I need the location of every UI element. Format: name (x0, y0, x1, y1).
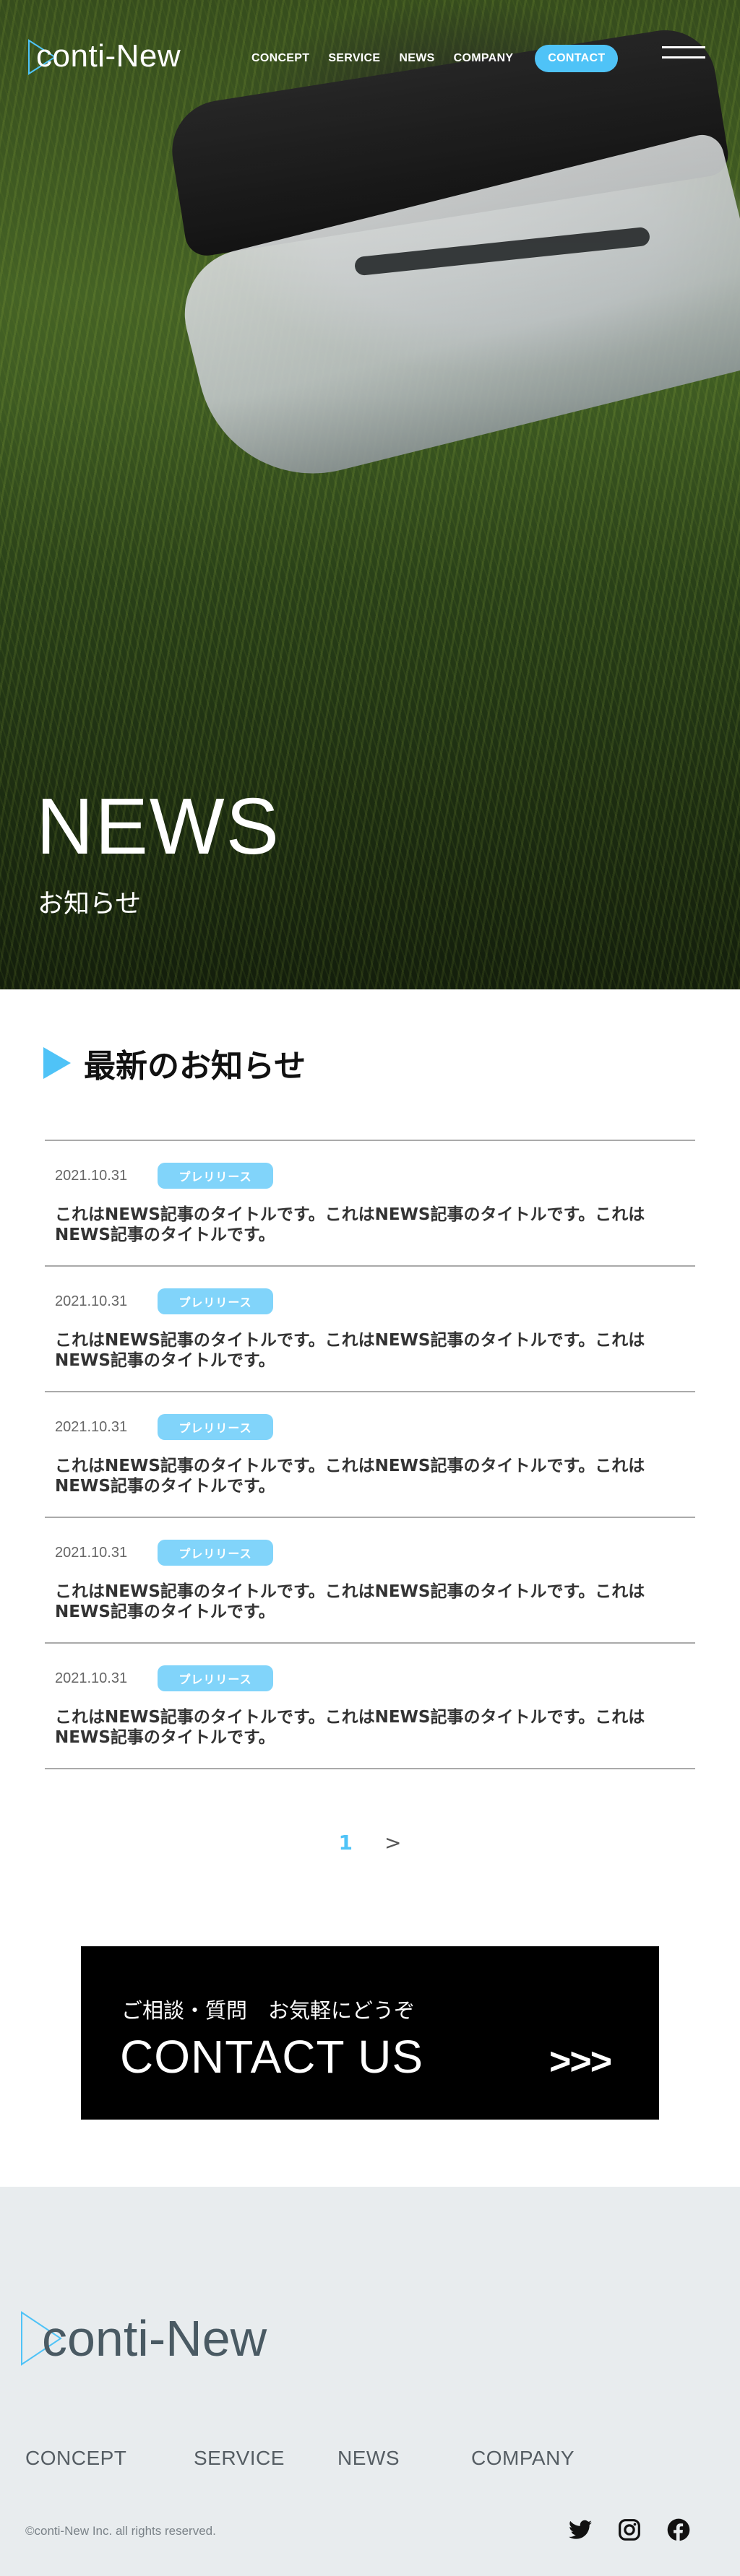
page-subtitle: お知らせ (38, 889, 142, 919)
news-list-item[interactable]: 2021.10.31 プレリリース これはNEWS記事のタイトルです。これはNE… (45, 1392, 695, 1518)
facebook-icon[interactable] (666, 2518, 691, 2542)
news-list-item[interactable]: 2021.10.31 プレリリース これはNEWS記事のタイトルです。これはNE… (45, 1141, 695, 1267)
nav-news[interactable]: NEWS (399, 52, 434, 65)
page-title: NEWS (36, 782, 280, 871)
footer-nav-news[interactable]: NEWS (337, 2447, 400, 2470)
news-date: 2021.10.31 (55, 1293, 128, 1309)
news-meta: 2021.10.31 プレリリース (55, 1288, 685, 1314)
header-nav: CONCEPT SERVICE NEWS COMPANY CONTACT (251, 45, 637, 72)
footer-nav-concept[interactable]: CONCEPT (25, 2447, 126, 2470)
nav-concept[interactable]: CONCEPT (251, 52, 309, 65)
news-meta: 2021.10.31 プレリリース (55, 1665, 685, 1691)
news-title-link[interactable]: これはNEWS記事のタイトルです。これはNEWS記事のタイトルです。これはNEW… (55, 1582, 676, 1622)
instagram-icon[interactable] (617, 2518, 642, 2542)
news-list-item[interactable]: 2021.10.31 プレリリース これはNEWS記事のタイトルです。これはNE… (45, 1644, 695, 1769)
contact-subtitle: ご相談・質問 お気軽にどうぞ (121, 1998, 416, 2023)
news-title-link[interactable]: これはNEWS記事のタイトルです。これはNEWS記事のタイトルです。これはNEW… (55, 1205, 676, 1245)
play-triangle-icon (43, 1047, 71, 1079)
hamburger-menu-icon[interactable] (662, 46, 705, 61)
footer-logo-text: conti-New (42, 2310, 267, 2367)
news-title-link[interactable]: これはNEWS記事のタイトルです。これはNEWS記事のタイトルです。これはNEW… (55, 1330, 676, 1371)
footer-nav-company[interactable]: COMPANY (471, 2447, 575, 2470)
pagination: 1 > (0, 1831, 740, 1855)
news-category-badge: プレリリース (158, 1540, 273, 1566)
social-links (568, 2518, 691, 2542)
news-list-item[interactable]: 2021.10.31 プレリリース これはNEWS記事のタイトルです。これはNE… (45, 1518, 695, 1644)
site-footer: conti-New CONCEPT SERVICE NEWS COMPANY ©… (0, 2187, 740, 2576)
nav-contact-button[interactable]: CONTACT (535, 45, 619, 72)
news-date: 2021.10.31 (55, 1544, 128, 1561)
header-logo-text: conti-New (36, 38, 181, 74)
news-section-heading: 最新のお知らせ (43, 1040, 306, 1086)
footer-nav-service[interactable]: SERVICE (194, 2447, 285, 2470)
news-date: 2021.10.31 (55, 1418, 128, 1435)
news-date: 2021.10.31 (55, 1670, 128, 1686)
news-meta: 2021.10.31 プレリリース (55, 1414, 685, 1440)
site-header: conti-New CONCEPT SERVICE NEWS COMPANY C… (0, 0, 740, 116)
news-meta: 2021.10.31 プレリリース (55, 1540, 685, 1566)
nav-service[interactable]: SERVICE (328, 52, 380, 65)
news-category-badge: プレリリース (158, 1288, 273, 1314)
pagination-next-button[interactable]: > (384, 1831, 401, 1855)
twitter-icon[interactable] (568, 2518, 593, 2542)
news-title-link[interactable]: これはNEWS記事のタイトルです。これはNEWS記事のタイトルです。これはNEW… (55, 1707, 676, 1748)
news-date: 2021.10.31 (55, 1167, 128, 1184)
contact-title: CONTACT US (120, 2031, 424, 2083)
contact-us-banner[interactable]: ご相談・質問 お気軽にどうぞ CONTACT US >>> (81, 1946, 659, 2120)
header-logo[interactable]: conti-New (27, 36, 181, 77)
contact-arrow-icon[interactable]: >>> (549, 2040, 612, 2083)
nav-company[interactable]: COMPANY (454, 52, 514, 65)
news-meta: 2021.10.31 プレリリース (55, 1163, 685, 1189)
hero-section: conti-New CONCEPT SERVICE NEWS COMPANY C… (0, 0, 740, 989)
news-category-badge: プレリリース (158, 1665, 273, 1691)
pagination-page-1[interactable]: 1 (339, 1831, 353, 1855)
news-category-badge: プレリリース (158, 1414, 273, 1440)
copyright-text: ©conti-New Inc. all rights reserved. (25, 2524, 216, 2538)
news-category-badge: プレリリース (158, 1163, 273, 1189)
news-list: 2021.10.31 プレリリース これはNEWS記事のタイトルです。これはNE… (45, 1140, 695, 1769)
news-list-item[interactable]: 2021.10.31 プレリリース これはNEWS記事のタイトルです。これはNE… (45, 1267, 695, 1392)
news-heading-text: 最新のお知らせ (84, 1048, 306, 1085)
news-title-link[interactable]: これはNEWS記事のタイトルです。これはNEWS記事のタイトルです。これはNEW… (55, 1456, 676, 1496)
